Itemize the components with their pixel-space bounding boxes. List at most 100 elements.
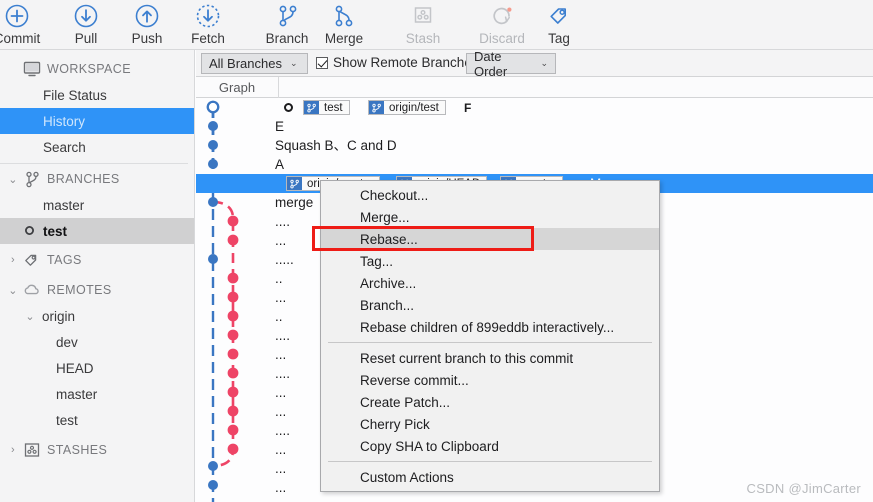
sidebar-item-branch-test[interactable]: test: [0, 218, 194, 244]
toolbar-button-tag[interactable]: Tag: [520, 2, 598, 47]
column-header-graph[interactable]: Graph: [196, 77, 279, 98]
show-remote-branches-label: Show Remote Branches: [333, 55, 479, 70]
chevron-right-icon[interactable]: ›: [5, 254, 21, 266]
context-menu-item-rebase[interactable]: Rebase...: [321, 228, 659, 250]
context-menu-item-archive[interactable]: Archive...: [321, 272, 659, 294]
commit-message: ...: [275, 347, 287, 362]
toolbar-label-stash: Stash: [405, 31, 441, 46]
sidebar-section-tags[interactable]: › TAGS: [0, 247, 194, 273]
commit-context-menu: Checkout... Merge... Rebase... Tag... Ar…: [320, 180, 660, 492]
branch-filter-dropdown[interactable]: All Branches ⌄: [201, 53, 308, 74]
sidebar-item-branch-master[interactable]: master: [0, 192, 194, 218]
chevron-down-icon: ⌄: [289, 58, 298, 68]
context-menu-label: Archive...: [360, 275, 417, 291]
context-menu-separator: [328, 461, 652, 462]
commit-message: .....: [275, 252, 294, 267]
branch-filter-value: All Branches: [209, 56, 282, 71]
toolbar-label-tag: Tag: [548, 31, 570, 46]
context-menu-item-merge[interactable]: Merge...: [321, 206, 659, 228]
sidebar-item-label-remote-test: test: [56, 412, 78, 428]
context-menu-item-copy-sha[interactable]: Copy SHA to Clipboard: [321, 435, 659, 457]
commit-message: ..: [275, 271, 283, 286]
context-menu-label: Rebase children of 899eddb interactively…: [360, 319, 615, 335]
commit-message: ..: [275, 309, 283, 324]
column-header-graph-label: Graph: [218, 80, 256, 95]
toolbar-button-fetch[interactable]: Fetch: [169, 2, 247, 47]
commit-message: ...: [275, 480, 287, 495]
ref-badge-origin-test[interactable]: origin/test: [368, 100, 446, 115]
context-menu-label: Reset current branch to this commit: [360, 350, 574, 366]
csdn-watermark: CSDN @JimCarter: [746, 481, 861, 496]
sidebar-item-label-history: History: [43, 113, 86, 129]
sidebar-item-history[interactable]: History: [0, 108, 194, 134]
context-menu-label: Cherry Pick: [360, 416, 430, 432]
commit-message: E: [275, 119, 285, 134]
chevron-down-icon[interactable]: ⌄: [5, 173, 21, 186]
toolbar-button-stash[interactable]: Stash: [384, 2, 462, 47]
context-menu-item-rebase-children[interactable]: Rebase children of 899eddb interactively…: [321, 316, 659, 338]
commit-row[interactable]: E: [196, 117, 873, 136]
commit-row[interactable]: test origin/test F: [196, 98, 873, 117]
context-menu-item-custom-actions[interactable]: Custom Actions: [321, 466, 659, 488]
chevron-right-icon[interactable]: ›: [5, 444, 21, 456]
toolbar-button-merge[interactable]: Merge: [305, 2, 383, 47]
commit-row[interactable]: A: [196, 155, 873, 174]
sidebar-section-stashes[interactable]: › STASHES: [0, 437, 194, 463]
context-menu-item-reset-branch[interactable]: Reset current branch to this commit: [321, 347, 659, 369]
commit-message: ....: [275, 214, 291, 229]
stash-icon: [384, 2, 462, 30]
sidebar-section-remotes[interactable]: ⌄ REMOTES: [0, 277, 194, 303]
sidebar-item-remote-head[interactable]: HEAD: [0, 355, 194, 381]
chevron-down-icon[interactable]: ⌄: [22, 310, 38, 323]
context-menu-label: Rebase...: [360, 231, 418, 247]
commit-message: ...: [275, 233, 287, 248]
sidebar-section-branches[interactable]: ⌄ BRANCHES: [0, 166, 194, 192]
sidebar-section-label-workspace: WORKSPACE: [47, 62, 131, 76]
sidebar-item-label-branch-master: master: [43, 197, 85, 213]
commit-message: A: [275, 157, 285, 172]
context-menu-item-reverse-commit[interactable]: Reverse commit...: [321, 369, 659, 391]
context-menu-item-tag[interactable]: Tag...: [321, 250, 659, 272]
context-menu-item-create-patch[interactable]: Create Patch...: [321, 391, 659, 413]
sidebar-item-remote-dev[interactable]: dev: [0, 329, 194, 355]
context-menu-label: Branch...: [360, 297, 415, 313]
sidebar-item-label-remote-master: master: [56, 386, 98, 402]
sidebar-item-search[interactable]: Search: [0, 134, 194, 160]
chevron-down-icon[interactable]: ⌄: [5, 284, 21, 297]
sidebar-item-label-remote-dev: dev: [56, 334, 78, 350]
sidebar-section-workspace[interactable]: WORKSPACE: [0, 56, 194, 82]
sidebar-section-label-stashes: STASHES: [47, 443, 108, 457]
column-header-row: Graph: [196, 77, 873, 98]
context-menu-label: Create Patch...: [360, 394, 451, 410]
sidebar-item-remote-origin[interactable]: ⌄ origin: [0, 303, 194, 329]
main-toolbar: Commit Pull Push Fetch Branch: [0, 0, 873, 50]
context-menu-item-branch[interactable]: Branch...: [321, 294, 659, 316]
stash-icon: [21, 442, 43, 458]
context-menu-label: Reverse commit...: [360, 372, 469, 388]
context-menu-item-cherry-pick[interactable]: Cherry Pick: [321, 413, 659, 435]
commit-row[interactable]: Squash B、C and D: [196, 136, 873, 155]
sidebar-divider: [0, 163, 188, 164]
order-value: Date Order: [474, 50, 508, 79]
commit-message: ...: [275, 385, 287, 400]
show-remote-branches-checkbox[interactable]: Show Remote Branches: [316, 55, 479, 70]
sidebar-section-label-branches: BRANCHES: [47, 172, 120, 186]
sidebar-item-label-file-status: File Status: [43, 87, 107, 103]
commit-message: ....: [275, 423, 291, 438]
sidebar-item-remote-master[interactable]: master: [0, 381, 194, 407]
sidebar-item-label-search: Search: [43, 139, 86, 155]
order-dropdown[interactable]: Date Order ⌄: [466, 50, 556, 79]
sidebar-item-remote-test[interactable]: test: [0, 407, 194, 433]
toolbar-label-fetch: Fetch: [191, 31, 225, 46]
sidebar-item-file-status[interactable]: File Status: [0, 82, 194, 108]
commit-message: ....: [275, 366, 291, 381]
context-menu-label: Checkout...: [360, 187, 429, 203]
current-branch-dot-icon: [24, 224, 35, 239]
arrow-down-dashed-circle-icon: [169, 2, 247, 30]
commit-message: F: [464, 101, 472, 115]
branch-badge-icon: [287, 177, 302, 190]
context-menu-item-checkout[interactable]: Checkout...: [321, 184, 659, 206]
commit-message: ...: [275, 461, 287, 476]
sidebar-section-label-tags: TAGS: [47, 253, 82, 267]
ref-badge-test[interactable]: test: [303, 100, 350, 115]
